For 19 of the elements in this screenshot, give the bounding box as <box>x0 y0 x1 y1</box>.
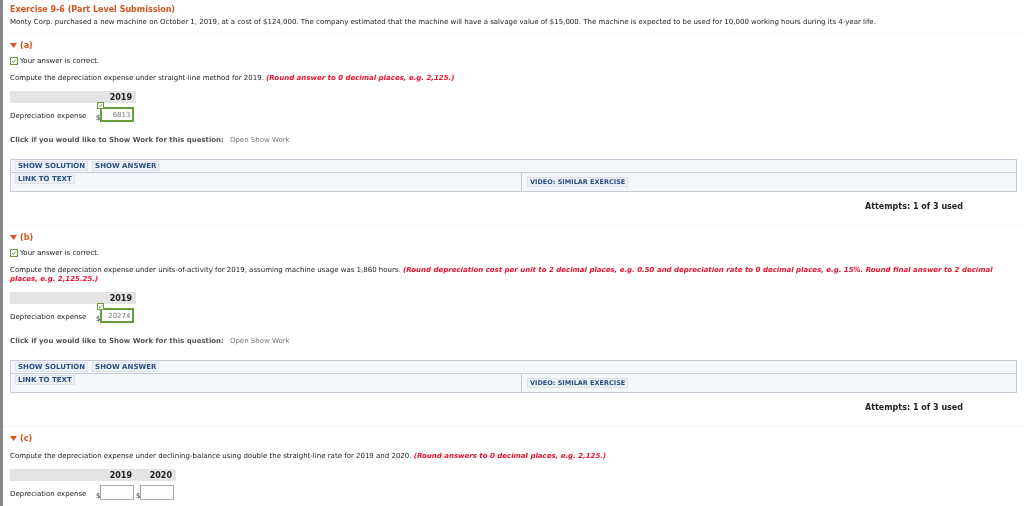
year-header: 2019 <box>96 91 136 103</box>
year-header: 2020 <box>136 469 176 481</box>
year-header: 2019 <box>96 469 136 481</box>
year-header: 2019 <box>96 292 136 304</box>
attempts-text: Attempts: 1 of 3 used <box>864 202 963 211</box>
answer-field[interactable] <box>100 485 135 500</box>
exercise-title: Exercise 9-6 (Part Level Submission) <box>10 5 176 14</box>
part-label[interactable]: (b) <box>20 233 34 242</box>
check-icon <box>10 57 18 65</box>
check-icon <box>97 303 105 310</box>
attempts-text: Attempts: 1 of 3 used <box>864 403 963 412</box>
part-label[interactable]: (a) <box>20 41 33 50</box>
answer-field[interactable] <box>140 485 175 500</box>
triangle-icon[interactable] <box>10 235 17 240</box>
triangle-icon[interactable] <box>10 43 17 48</box>
check-icon <box>10 249 18 257</box>
triangle-icon[interactable] <box>10 436 17 441</box>
check-icon <box>97 102 105 109</box>
part-label[interactable]: (c) <box>20 434 33 443</box>
